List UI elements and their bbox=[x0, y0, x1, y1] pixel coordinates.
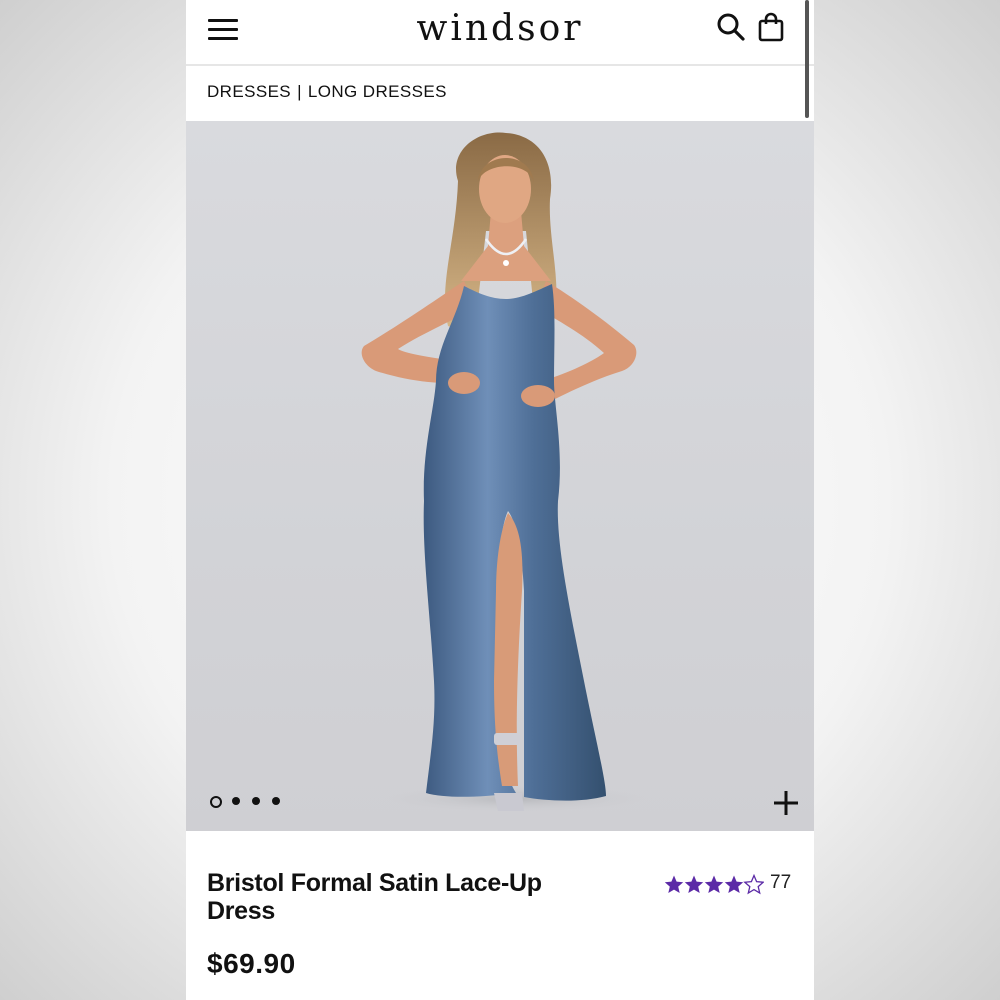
gallery-dot-4[interactable] bbox=[272, 797, 280, 805]
product-price: $69.90 bbox=[207, 948, 296, 979]
search-icon[interactable] bbox=[716, 12, 746, 42]
plus-icon[interactable] bbox=[772, 789, 800, 817]
star-full-icon bbox=[684, 875, 704, 893]
breadcrumb: DRESSES | LONG DRESSES bbox=[207, 82, 447, 102]
product-title: Bristol Formal Satin Lace-Up Dress bbox=[207, 869, 542, 925]
product-image-gallery[interactable] bbox=[186, 121, 814, 831]
mobile-viewport: windsor DRESSES | LONG DRESSES Bristol F… bbox=[186, 0, 814, 1000]
review-count[interactable]: 77 bbox=[770, 872, 791, 894]
breadcrumb-separator: | bbox=[297, 82, 302, 101]
hamburger-menu-icon[interactable] bbox=[208, 17, 240, 41]
site-header: windsor bbox=[186, 0, 814, 66]
shopping-bag-icon[interactable] bbox=[757, 12, 785, 42]
scrollbar[interactable] bbox=[805, 0, 809, 118]
breadcrumb-dresses[interactable]: DRESSES bbox=[207, 82, 291, 101]
breadcrumb-long-dresses[interactable]: LONG DRESSES bbox=[308, 82, 447, 101]
star-full-icon bbox=[664, 875, 684, 893]
product-photo bbox=[361, 132, 656, 813]
star-half-icon bbox=[744, 874, 764, 894]
rating-stars bbox=[664, 874, 764, 894]
gallery-dot-3[interactable] bbox=[252, 797, 260, 805]
star-full-icon bbox=[724, 875, 744, 893]
gallery-dot-1[interactable] bbox=[210, 796, 222, 808]
gallery-dot-2[interactable] bbox=[232, 797, 240, 805]
star-full-icon bbox=[704, 875, 724, 893]
